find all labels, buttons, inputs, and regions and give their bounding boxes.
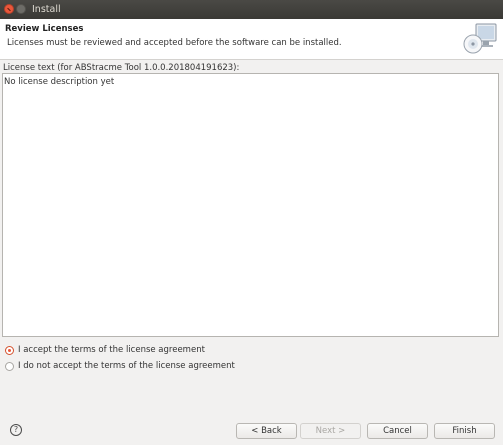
back-button[interactable]: < Back [236,423,297,439]
wizard-header: Review Licenses Licenses must be reviewe… [0,19,503,60]
page-description: Licenses must be reviewed and accepted b… [7,38,342,48]
window-minimize-button[interactable] [16,4,26,14]
finish-button[interactable]: Finish [434,423,495,439]
install-computer-icon [463,23,497,54]
window-titlebar: Install [0,0,503,19]
accept-license-option[interactable]: I accept the terms of the license agreem… [5,345,205,355]
help-icon[interactable]: ? [10,424,22,436]
page-title: Review Licenses [5,24,84,34]
license-text-area[interactable]: No license description yet [2,73,499,337]
accept-radio[interactable] [5,345,14,355]
license-text-label: License text (for ABStracme Tool 1.0.0.2… [3,63,240,73]
cancel-button[interactable]: Cancel [367,423,428,439]
decline-radio[interactable] [5,361,14,371]
decline-label: I do not accept the terms of the license… [18,361,235,371]
next-button[interactable]: Next > [300,423,361,439]
license-text: No license description yet [4,77,115,87]
window-title: Install [32,4,61,15]
accept-label: I accept the terms of the license agreem… [18,345,205,355]
window-close-button[interactable] [4,4,14,14]
decline-license-option[interactable]: I do not accept the terms of the license… [5,361,235,371]
